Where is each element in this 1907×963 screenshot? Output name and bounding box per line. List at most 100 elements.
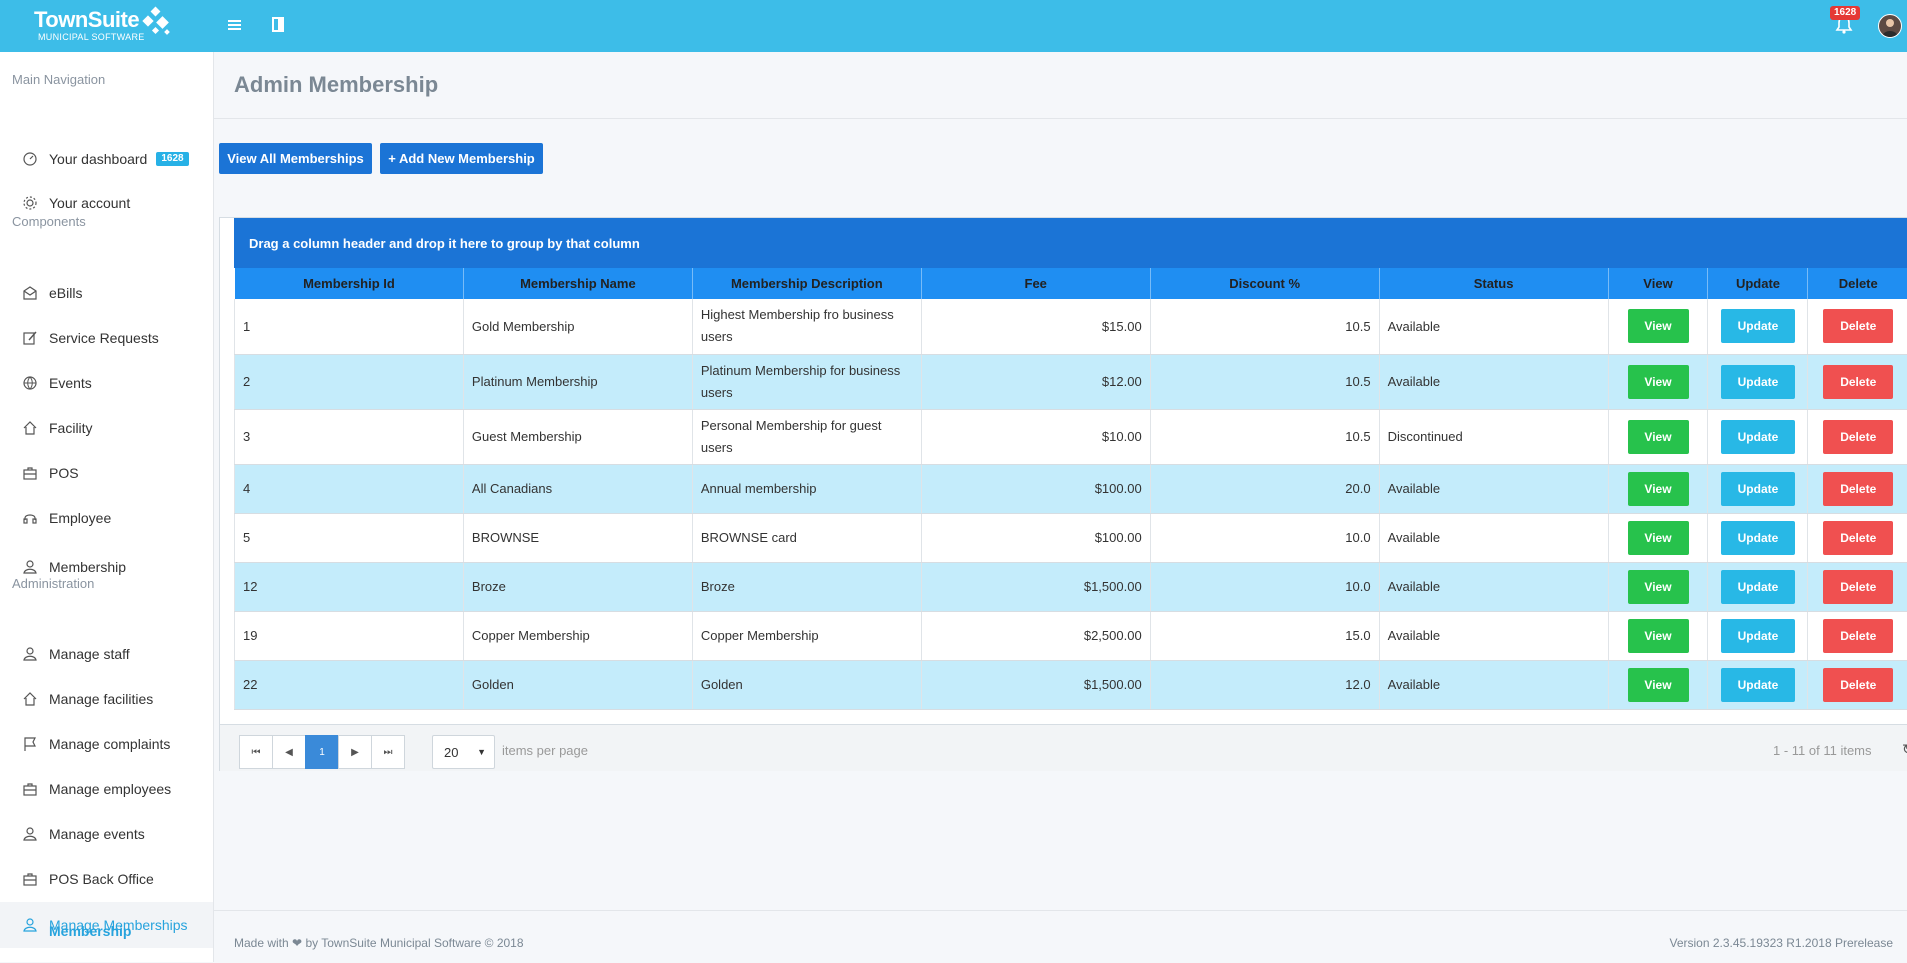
sidebar-item-employee[interactable]: Employee xyxy=(0,500,213,536)
cell-status: Available xyxy=(1379,611,1608,660)
cell-discount: 15.0 xyxy=(1150,611,1379,660)
delete-button[interactable]: Delete xyxy=(1823,420,1893,454)
last-page-icon[interactable]: ⏭ xyxy=(371,735,405,769)
update-button[interactable]: Update xyxy=(1721,365,1795,399)
delete-button[interactable]: Delete xyxy=(1823,521,1893,555)
view-button[interactable]: View xyxy=(1628,420,1689,454)
sidebar-item-manage-events[interactable]: Manage events xyxy=(0,816,213,852)
townsuite-logo[interactable]: TownSuite MUNICIPAL SOFTWARE xyxy=(34,8,145,42)
cell-fee: $1,500.00 xyxy=(921,562,1150,611)
view-button[interactable]: View xyxy=(1628,521,1689,555)
sidebar-item-service-requests[interactable]: Service Requests xyxy=(0,320,213,356)
update-button[interactable]: Update xyxy=(1721,619,1795,653)
cell-delete: Delete xyxy=(1808,464,1907,513)
column-header-membership-name[interactable]: Membership Name xyxy=(463,268,692,299)
cell-delete: Delete xyxy=(1808,660,1907,709)
sidebar-item-label: Events xyxy=(49,375,92,391)
refresh-icon[interactable]: ↻ xyxy=(1902,741,1907,758)
update-button[interactable]: Update xyxy=(1721,472,1795,506)
column-header-delete[interactable]: Delete xyxy=(1808,268,1907,299)
sidebar-item-label: Facility xyxy=(49,420,93,436)
sidebar-subitem-membership[interactable]: Membership xyxy=(49,923,131,939)
view-all-memberships-button[interactable]: View All Memberships xyxy=(219,143,372,174)
cell-membership-description: Annual membership xyxy=(692,464,921,513)
column-header-update[interactable]: Update xyxy=(1708,268,1808,299)
heart-icon: ❤ xyxy=(292,936,302,950)
previous-page-icon[interactable]: ◀ xyxy=(272,735,306,769)
delete-button[interactable]: Delete xyxy=(1823,472,1893,506)
cell-status: Discontinued xyxy=(1379,409,1608,464)
sidebar-item-dashboard[interactable]: Your dashboard 1628 xyxy=(0,140,213,178)
update-button[interactable]: Update xyxy=(1721,668,1795,702)
update-button[interactable]: Update xyxy=(1721,570,1795,604)
cell-delete: Delete xyxy=(1808,513,1907,562)
sidebar-item-facility[interactable]: Facility xyxy=(0,410,213,446)
cell-membership-description: Copper Membership xyxy=(692,611,921,660)
hamburger-menu-icon[interactable] xyxy=(223,13,247,37)
toggle-panel-icon[interactable] xyxy=(266,13,290,37)
update-button[interactable]: Update xyxy=(1721,420,1795,454)
chevron-down-icon: ▼ xyxy=(477,747,486,757)
column-header-membership-id[interactable]: Membership Id xyxy=(235,268,464,299)
sidebar-item-events[interactable]: Events xyxy=(0,365,213,401)
update-button[interactable]: Update xyxy=(1721,309,1795,343)
sidebar-item-manage-facilities[interactable]: Manage facilities xyxy=(0,681,213,717)
cell-membership-id: 22 xyxy=(235,660,464,709)
cell-status: Available xyxy=(1379,464,1608,513)
delete-button[interactable]: Delete xyxy=(1823,619,1893,653)
view-button[interactable]: View xyxy=(1628,472,1689,506)
group-by-drop-zone[interactable]: Drag a column header and drop it here to… xyxy=(234,218,1907,268)
delete-button[interactable]: Delete xyxy=(1823,365,1893,399)
cell-view: View xyxy=(1608,611,1708,660)
view-button[interactable]: View xyxy=(1628,309,1689,343)
grid-pager: ⏮ ◀ 1 ▶ ⏭ 20 ▼ items per page 1 - 11 of … xyxy=(220,724,1907,771)
update-button[interactable]: Update xyxy=(1721,521,1795,555)
cell-membership-name: Platinum Membership xyxy=(463,354,692,409)
delete-button[interactable]: Delete xyxy=(1823,668,1893,702)
cell-status: Available xyxy=(1379,562,1608,611)
logo-name: TownSuite xyxy=(34,8,145,32)
column-header-discount[interactable]: Discount % xyxy=(1150,268,1379,299)
sidebar-item-manage-complaints[interactable]: Manage complaints xyxy=(0,726,213,762)
view-button[interactable]: View xyxy=(1628,570,1689,604)
envelope-icon xyxy=(20,285,40,301)
cell-update: Update xyxy=(1708,299,1808,354)
view-button[interactable]: View xyxy=(1628,668,1689,702)
home-icon xyxy=(20,691,40,707)
add-new-membership-button[interactable]: + Add New Membership xyxy=(380,143,543,174)
column-header-view[interactable]: View xyxy=(1608,268,1708,299)
cell-delete: Delete xyxy=(1808,354,1907,409)
column-header-status[interactable]: Status xyxy=(1379,268,1608,299)
table-row: 3 Guest Membership Personal Membership f… xyxy=(235,409,1907,464)
headset-icon xyxy=(20,510,40,526)
view-button[interactable]: View xyxy=(1628,619,1689,653)
first-page-icon[interactable]: ⏮ xyxy=(239,735,273,769)
briefcase-icon xyxy=(20,465,40,481)
sidebar-item-label: Membership xyxy=(49,559,126,575)
delete-button[interactable]: Delete xyxy=(1823,570,1893,604)
sidebar-item-pos[interactable]: POS xyxy=(0,455,213,491)
view-button[interactable]: View xyxy=(1628,365,1689,399)
cell-delete: Delete xyxy=(1808,562,1907,611)
sidebar-item-ebills[interactable]: eBills xyxy=(0,275,213,311)
next-page-icon[interactable]: ▶ xyxy=(338,735,372,769)
table-row: 22 Golden Golden $1,500.00 12.0 Availabl… xyxy=(235,660,1907,709)
column-header-membership-description[interactable]: Membership Description xyxy=(692,268,921,299)
table-row: 12 Broze Broze $1,500.00 10.0 Available … xyxy=(235,562,1907,611)
page-size-select[interactable]: 20 ▼ xyxy=(432,735,495,769)
sidebar-item-pos-back-office[interactable]: POS Back Office xyxy=(0,861,213,897)
section-title-main-navigation: Main Navigation xyxy=(12,72,105,87)
sidebar-item-label: Manage events xyxy=(49,826,145,842)
cell-view: View xyxy=(1608,464,1708,513)
cell-view: View xyxy=(1608,660,1708,709)
delete-button[interactable]: Delete xyxy=(1823,309,1893,343)
page-number-current[interactable]: 1 xyxy=(305,735,339,769)
page-title: Admin Membership xyxy=(234,72,438,98)
user-avatar[interactable] xyxy=(1878,14,1902,38)
sidebar-item-label: Manage staff xyxy=(49,646,130,662)
sidebar-item-label: Your dashboard xyxy=(49,151,147,167)
column-header-fee[interactable]: Fee xyxy=(921,268,1150,299)
sidebar-item-manage-staff[interactable]: Manage staff xyxy=(0,636,213,672)
cell-update: Update xyxy=(1708,562,1808,611)
sidebar-item-manage-employees[interactable]: Manage employees xyxy=(0,771,213,807)
